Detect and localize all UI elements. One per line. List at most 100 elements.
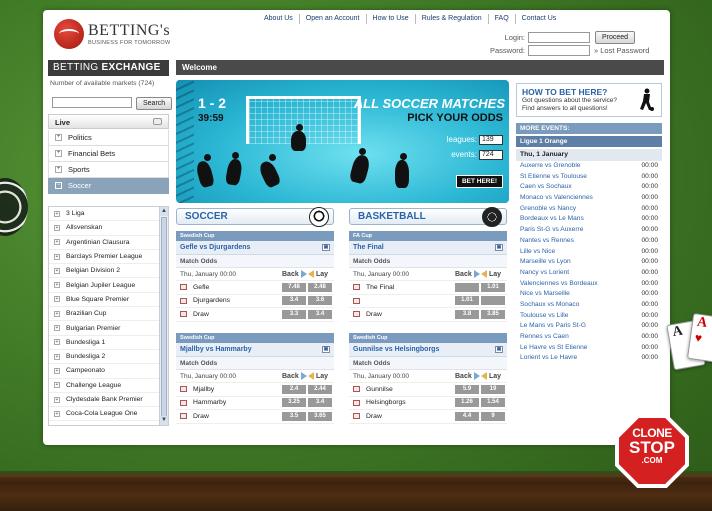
league-item[interactable]: + Belgian Division 2 xyxy=(49,264,168,279)
more-event-item[interactable]: Lorient vs Le Havre 00:00 xyxy=(516,354,662,365)
event-link[interactable]: Le Mans vs Paris St-G xyxy=(520,322,586,333)
league-item[interactable]: + Allsvenskan xyxy=(49,221,168,236)
category-sports[interactable]: + Sports xyxy=(48,162,169,178)
back-odds-button[interactable]: 1.26 xyxy=(455,398,479,408)
event-link[interactable]: St Etienne vs Toulouse xyxy=(520,173,587,184)
league-item[interactable]: +3 Liga xyxy=(49,207,168,222)
nav-open-account[interactable]: Open an Account xyxy=(298,14,366,24)
lay-odds-button[interactable]: 2.48 xyxy=(308,282,332,292)
event-link[interactable]: Grenoble vs Nancy xyxy=(520,205,576,216)
event-link[interactable]: Nice vs Marseille xyxy=(520,290,570,301)
event-link[interactable]: Le Havre vs St Etienne xyxy=(520,344,587,355)
league-item[interactable]: + Barclays Premier League xyxy=(49,250,168,265)
event-link[interactable]: Nantes vs Rennes xyxy=(520,237,574,248)
event-link[interactable]: Toulouse vs Lille xyxy=(520,312,568,323)
nav-contact[interactable]: Contact Us xyxy=(514,14,563,24)
popup-icon[interactable]: ▣ xyxy=(322,346,330,353)
login-input[interactable] xyxy=(528,31,590,43)
category-soccer[interactable]: − Soccer xyxy=(48,178,169,194)
back-odds-button[interactable]: 7.48 xyxy=(282,282,306,292)
promo-banner[interactable]: 1 - 2 39:59 ALL SOCCER MATCHES PICK YOUR… xyxy=(176,80,509,203)
event-link[interactable]: Caen vs Sochaux xyxy=(520,183,572,194)
back-odds-button[interactable]: 4.4 xyxy=(455,411,479,421)
back-odds-button[interactable]: 5.9 xyxy=(455,384,479,394)
more-event-item[interactable]: St Etienne vs Toulouse 00:00 xyxy=(516,173,662,184)
back-odds-button[interactable]: 1.01 xyxy=(455,296,479,306)
event-link[interactable]: Valenciennes vs Bordeaux xyxy=(520,280,598,291)
more-event-item[interactable]: Le Mans vs Paris St-G 00:00 xyxy=(516,322,662,333)
more-event-item[interactable]: Nancy vs Lorient 00:00 xyxy=(516,269,662,280)
back-odds-button[interactable]: 3.8 xyxy=(455,309,479,319)
lay-odds-button[interactable]: 1.54 xyxy=(481,398,505,408)
more-event-item[interactable]: Sochaux vs Monaco 00:00 xyxy=(516,301,662,312)
event-link[interactable]: Auxerre vs Grenoble xyxy=(520,162,580,173)
more-event-item[interactable]: Nice vs Marseille 00:00 xyxy=(516,290,662,301)
event-link[interactable]: Monaco vs Valenciennes xyxy=(520,194,593,205)
lay-odds-button[interactable]: 3.6 xyxy=(308,296,332,306)
category-financial[interactable]: + Financial Bets xyxy=(48,146,169,162)
basketball-section-header[interactable]: BASKETBALL xyxy=(349,207,507,227)
back-odds-button[interactable]: 3.4 xyxy=(282,296,306,306)
lay-odds-button[interactable] xyxy=(481,296,505,306)
league-scrollbar[interactable]: ▲ ▼ xyxy=(159,207,168,425)
search-button[interactable]: Search xyxy=(136,97,173,110)
league-item[interactable]: + Coca-Cola League One xyxy=(49,407,168,422)
soccer-section-header[interactable]: SOCCER xyxy=(176,207,334,227)
lay-odds-button[interactable]: 3.85 xyxy=(481,309,505,319)
how-to-bet-box[interactable]: HOW TO BET HERE? Got questions about the… xyxy=(516,83,662,117)
popup-icon[interactable]: ▣ xyxy=(495,346,503,353)
event-link[interactable]: Bordeaux vs Le Mans xyxy=(520,215,584,226)
league-item[interactable]: + Campeonato xyxy=(49,364,168,379)
popup-icon[interactable]: ▣ xyxy=(495,244,503,251)
proceed-button[interactable]: Proceed xyxy=(595,30,636,44)
event-link[interactable]: Marseille vs Lyon xyxy=(520,258,571,269)
league-item[interactable]: + Bulgarian Premier xyxy=(49,321,168,336)
back-odds-button[interactable] xyxy=(455,282,479,292)
league-item[interactable]: + Coca-Cola League Two xyxy=(49,421,168,426)
more-event-item[interactable]: Caen vs Sochaux 00:00 xyxy=(516,183,662,194)
bet-here-button[interactable]: BET HERE! xyxy=(455,175,503,188)
more-event-item[interactable]: Le Havre vs St Etienne 00:00 xyxy=(516,344,662,355)
scroll-up-icon[interactable]: ▲ xyxy=(160,207,168,216)
league-header[interactable]: Ligue 1 Orange xyxy=(516,136,662,147)
logo[interactable]: BETTING's BUSINESS FOR TOMORROW xyxy=(54,19,171,49)
nav-how-to-use[interactable]: How to Use xyxy=(365,14,415,24)
league-item[interactable]: + Clydesdale Bank Premier xyxy=(49,393,168,408)
lay-odds-button[interactable]: 3.65 xyxy=(308,411,332,421)
lost-password-link[interactable]: » Lost Password xyxy=(594,46,649,55)
more-event-item[interactable]: Monaco vs Valenciennes 00:00 xyxy=(516,194,662,205)
league-item[interactable]: + Blue Square Premier xyxy=(49,293,168,308)
more-event-item[interactable]: Auxerre vs Grenoble 00:00 xyxy=(516,162,662,173)
league-item[interactable]: + Argentinian Clausura xyxy=(49,236,168,250)
scroll-down-icon[interactable]: ▼ xyxy=(160,416,168,425)
more-event-item[interactable]: Grenoble vs Nancy 00:00 xyxy=(516,205,662,216)
league-item[interactable]: + Bundesliga 1 xyxy=(49,336,168,350)
event-title[interactable]: The Final ▣ xyxy=(349,241,507,255)
lay-odds-button[interactable]: 3.4 xyxy=(308,398,332,408)
event-link[interactable]: Lorient vs Le Havre xyxy=(520,354,577,365)
back-odds-button[interactable]: 3.25 xyxy=(282,398,306,408)
league-item[interactable]: + Belgian Jupiler League xyxy=(49,278,168,293)
more-event-item[interactable]: Valenciennes vs Bordeaux 00:00 xyxy=(516,280,662,291)
clonestop-badge[interactable]: CLONE STOP .COM xyxy=(619,418,685,484)
event-link[interactable]: Paris St-G vs Auxerre xyxy=(520,226,583,237)
event-link[interactable]: Sochaux vs Monaco xyxy=(520,301,579,312)
league-item[interactable]: + Bundesliga 2 xyxy=(49,350,168,365)
lay-odds-button[interactable]: 9 xyxy=(481,411,505,421)
category-politics[interactable]: + Politics xyxy=(48,130,169,146)
lay-odds-button[interactable]: 19 xyxy=(481,384,505,394)
nav-about[interactable]: About Us xyxy=(258,14,299,24)
more-event-item[interactable]: Rennes vs Caen 00:00 xyxy=(516,333,662,344)
more-event-item[interactable]: Nantes vs Rennes 00:00 xyxy=(516,237,662,248)
scroll-thumb[interactable] xyxy=(161,217,167,417)
popup-icon[interactable]: ▣ xyxy=(322,244,330,251)
back-odds-button[interactable]: 3.3 xyxy=(282,309,306,319)
more-event-item[interactable]: Paris St-G vs Auxerre 00:00 xyxy=(516,226,662,237)
event-title[interactable]: Gefle vs Djurgardens ▣ xyxy=(176,241,334,255)
more-event-item[interactable]: Toulouse vs Lille 00:00 xyxy=(516,312,662,323)
event-title[interactable]: Mjallby vs Hammarby ▣ xyxy=(176,343,334,357)
league-item[interactable]: + Challenge League xyxy=(49,379,168,393)
more-event-item[interactable]: Lille vs Nice 00:00 xyxy=(516,248,662,259)
lay-odds-button[interactable]: 1.01 xyxy=(481,282,505,292)
live-header[interactable]: Live xyxy=(48,114,169,129)
